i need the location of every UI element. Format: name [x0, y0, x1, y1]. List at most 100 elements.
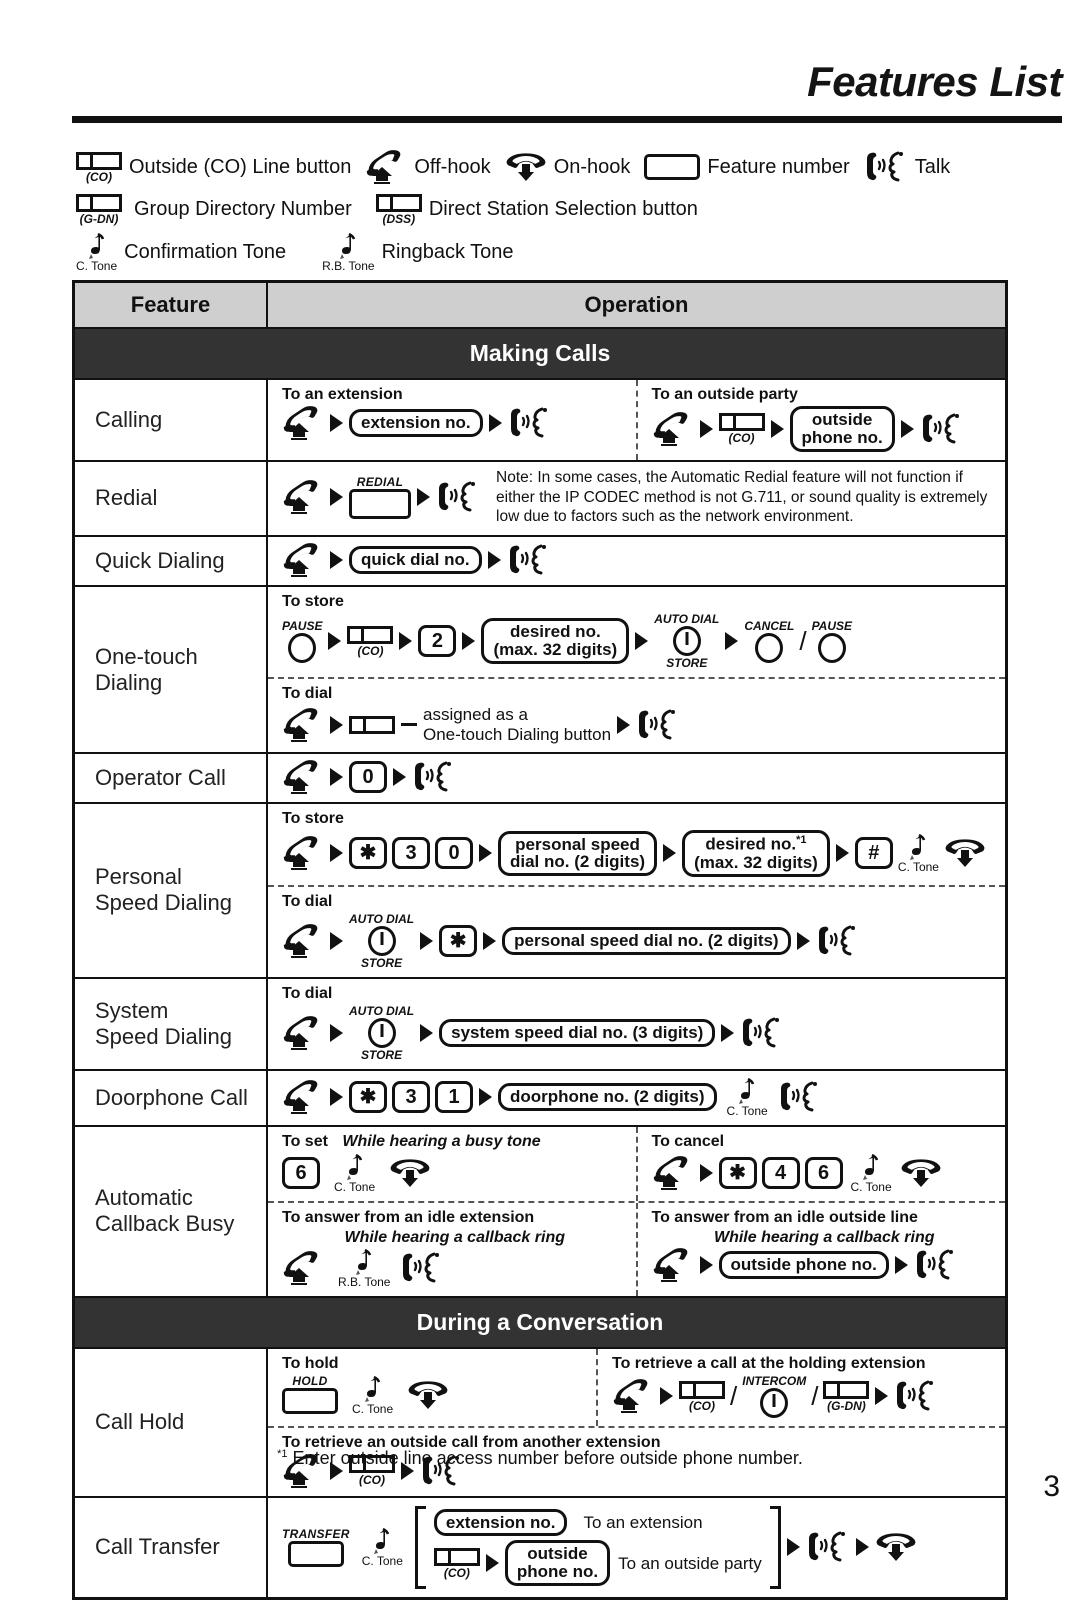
key-star: ✱: [439, 924, 478, 957]
quick-dial-no-pill: quick dial no.: [349, 546, 482, 575]
system-speed-dial-flow: AUTO DIAL STORE system speed dial no. (3…: [282, 1005, 995, 1061]
arrow-icon: [875, 1387, 889, 1406]
confirmation-tone-icon: C. Tone: [334, 1153, 375, 1193]
legend-label-talk: Talk: [914, 155, 951, 178]
callback-answer-co-label: To answer from an idle outside line: [651, 1208, 918, 1226]
redial-button-icon: REDIAL: [349, 476, 411, 519]
store-label: STORE: [666, 656, 708, 671]
features-list-page: Features List (CO) Outside (CO) Line but…: [0, 0, 1080, 1600]
desired-no-pill: desired no. (max. 32 digits): [481, 618, 630, 665]
pause-label: PAUSE: [282, 618, 323, 633]
outside-pill-line1: outside: [811, 410, 873, 429]
confirmation-tone-icon: C. Tone: [851, 1153, 892, 1193]
arrow-icon: [617, 715, 631, 734]
rb-tone-caption: R.B. Tone: [338, 1274, 391, 1289]
table-row-personal-speed-dialing: Personal Speed Dialing To store ✱ 3 0 pe…: [75, 802, 1005, 977]
busy-tone-hint: While hearing a busy tone: [342, 1132, 541, 1150]
arrow-icon: [330, 844, 343, 863]
ringback-tone-icon: R.B. Tone: [338, 1248, 390, 1288]
arrow-icon: [393, 768, 406, 787]
rb-tone-caption: R.B. Tone: [322, 259, 375, 273]
arrow-icon: [462, 632, 476, 651]
system-speed-dial-block: To dial AUTO DIAL STORE system speed dia…: [268, 979, 1005, 1069]
calling-to-outside: To an outside party (CO) outside phone n…: [638, 380, 1006, 460]
on-hook-icon: [389, 1157, 431, 1189]
feature-name-automatic-callback-busy: Automatic Callback Busy: [75, 1126, 268, 1296]
to-an-outside-party-label: To an outside party: [618, 1553, 762, 1573]
legend-label-co: Outside (CO) Line button: [129, 155, 352, 178]
personal-speed-dial-block: To dial AUTO DIAL STORE ✱ personal speed…: [268, 884, 1005, 977]
talk-icon: [816, 924, 860, 958]
speed-pill-line1: personal speed: [515, 834, 640, 854]
outside-pill-line2: phone no.: [801, 427, 883, 447]
callback-to-set: To set While hearing a busy tone 6 C. To…: [268, 1126, 638, 1201]
table-row-automatic-callback-busy: Automatic Callback Busy To set While hea…: [75, 1124, 1005, 1296]
personal-speed-line2: Speed Dialing: [95, 890, 232, 916]
arrow-icon: [330, 414, 343, 432]
arrow-icon: [420, 1023, 434, 1042]
c-tone-caption: C. Tone: [334, 1179, 376, 1194]
page-number: 3: [1043, 1470, 1060, 1503]
legend-label-off-hook: Off-hook: [414, 155, 491, 178]
off-hook-icon: [652, 411, 694, 447]
talk-icon: [806, 1530, 850, 1564]
desired-footnote-marker: *1: [796, 834, 807, 847]
doorphone-no-pill: doorphone no. (2 digits): [498, 1082, 717, 1111]
store-label: STORE: [360, 1047, 403, 1062]
callback-answer-ext-flow: R.B. Tone: [282, 1248, 628, 1288]
arrow-icon: [479, 1087, 492, 1106]
to-dial-label: To dial: [282, 892, 333, 910]
c-tone-caption: C. Tone: [897, 860, 939, 875]
system-speed-line2: Speed Dialing: [95, 1023, 232, 1049]
one-touch-line1: One-touch: [95, 643, 198, 669]
arrow-icon: [487, 551, 501, 570]
slash-separator: /: [799, 625, 807, 656]
arrow-icon: [330, 1023, 343, 1042]
redial-operations: REDIAL Note: In some cases, the Automati…: [268, 462, 1005, 535]
auto-dial-label: AUTO DIAL: [654, 612, 720, 627]
off-hook-icon: [282, 480, 324, 515]
call-hold-flow: HOLD C. Tone: [282, 1375, 588, 1415]
table-row-one-touch-dialing: One-touch Dialing To store PAUSE (CO) 2 …: [75, 585, 1005, 753]
off-hook-icon: [282, 760, 324, 795]
arrow-icon: [721, 1023, 735, 1042]
legend: (CO) Outside (CO) Line button Off-hook O…: [76, 148, 1066, 276]
calling-operations: To an extension extension no. To an outs…: [268, 380, 1005, 460]
arrow-icon: [420, 931, 434, 950]
one-touch-store-block: To store PAUSE (CO) 2 desired no. (max. …: [268, 587, 1005, 677]
c-tone-caption: C. Tone: [726, 1103, 768, 1118]
system-speed-line1: System: [95, 997, 169, 1023]
speed-pill-line2: dial no. (2 digits): [510, 852, 646, 872]
quick-dialing-operations: quick dial no.: [268, 537, 1005, 585]
c-tone-caption: C. Tone: [76, 259, 118, 273]
call-hold-retrieve: To retrieve a call at the holding extens…: [598, 1349, 1005, 1426]
talk-icon: [914, 1248, 958, 1282]
legend-label-feature-number: Feature number: [707, 155, 850, 178]
talk-icon: [778, 1080, 822, 1114]
feature-name-quick-dialing: Quick Dialing: [75, 537, 268, 586]
off-hook-icon: [365, 150, 407, 185]
key-1: 1: [435, 1080, 473, 1113]
co-line-button-icon: (CO): [718, 413, 765, 444]
off-hook-icon: [652, 1247, 694, 1282]
store-label: STORE: [360, 955, 403, 970]
arrow-icon: [330, 488, 343, 507]
arrow-icon: [330, 715, 343, 734]
callback-set-flow: 6 C. Tone: [282, 1153, 628, 1193]
calling-extension-flow: extension no.: [282, 406, 628, 441]
key-6: 6: [804, 1156, 843, 1189]
intercom-label: INTERCOM: [742, 1373, 807, 1388]
table-row-doorphone-call: Doorphone Call ✱ 3 1 doorphone no. (2 di…: [75, 1068, 1005, 1125]
footnote-marker: *1: [277, 1448, 288, 1460]
feature-name-call-transfer: Call Transfer: [75, 1497, 268, 1598]
outside-pill-line1: outside: [527, 1544, 588, 1564]
co-caption: (CO): [359, 1473, 385, 1488]
key-star: ✱: [718, 1156, 757, 1189]
co-line-button-icon: (CO): [433, 1547, 480, 1579]
section-during-a-conversation: During a Conversation: [75, 1295, 1005, 1347]
arrow-icon: [330, 931, 343, 950]
legend-item-dss: (DSS) Direct Station Selection button: [375, 193, 698, 225]
cancel-label: CANCEL: [744, 618, 795, 633]
legend-item-off-hook: Off-hook: [365, 150, 491, 185]
column-header-feature: Feature: [75, 283, 268, 327]
